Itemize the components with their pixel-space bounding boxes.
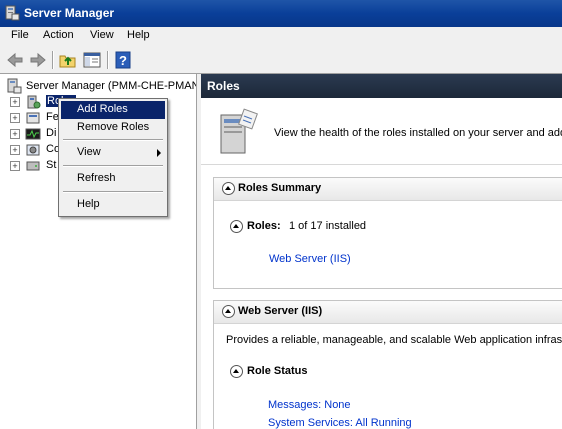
expand-icon[interactable]: + [10,113,20,123]
back-icon[interactable] [5,50,25,70]
menu-separator [63,191,163,193]
toolbar-separator [107,51,109,69]
show-hide-console-tree-icon[interactable] [82,50,102,70]
menu-item-label: Remove Roles [77,121,150,133]
svg-text:?: ? [119,53,127,68]
menu-action[interactable]: Action [43,29,74,41]
messages-link[interactable]: Messages: None [268,399,351,411]
menu-separator [63,139,163,141]
roles-summary-section: Roles Summary Roles: 1 of 17 installed W… [213,177,562,289]
server-roles-icon [220,108,258,154]
section-title: Web Server (IIS) [238,305,323,317]
context-menu: Add Roles Remove Roles View Refresh Help [58,98,168,217]
role-status-title: Role Status [247,365,308,377]
menu-separator [63,165,163,167]
tree-item-label[interactable]: St [46,159,56,171]
expand-icon[interactable]: + [10,145,20,155]
menu-file[interactable]: File [11,29,29,41]
menu-help[interactable]: Help [127,29,150,41]
menu-bar: File Action View Help [0,27,562,46]
diagnostics-icon [25,128,41,140]
expand-icon[interactable]: + [10,161,20,171]
menu-item-label: Refresh [77,172,116,184]
collapse-icon[interactable] [222,305,235,318]
intro-banner: View the health of the roles installed o… [201,98,562,165]
tree-item-label[interactable]: Fe [46,111,59,123]
roles-count: 1 of 17 installed [289,220,367,232]
web-server-iis-link[interactable]: Web Server (IIS) [269,253,351,265]
menu-item-refresh[interactable]: Refresh [61,170,165,188]
window-title: Server Manager [24,6,115,20]
menu-item-remove-roles[interactable]: Remove Roles [61,119,165,137]
details-pane: Roles View the health of the roles insta… [201,74,562,429]
collapse-icon[interactable] [230,220,243,233]
menu-item-label: Help [77,198,100,210]
help-icon[interactable]: ? [113,50,133,70]
menu-view[interactable]: View [90,29,114,41]
expand-icon[interactable]: + [10,97,20,107]
toolbar-separator [52,51,54,69]
server-manager-icon [5,5,20,21]
roles-icon [27,95,41,109]
menu-item-view[interactable]: View [61,144,165,162]
system-services-link[interactable]: System Services: All Running [268,417,412,429]
toolbar: ? [0,46,562,74]
tree-root-label[interactable]: Server Manager (PMM-CHE-PMAN-0 [26,80,196,92]
collapse-icon[interactable] [222,182,235,195]
section-title: Roles Summary [238,182,322,194]
menu-item-add-roles[interactable]: Add Roles [61,101,165,119]
configuration-icon [26,144,40,156]
section-header[interactable]: Web Server (IIS) [214,301,562,324]
server-manager-icon [7,78,22,94]
title-bar: Server Manager [0,0,562,27]
submenu-arrow-icon [157,149,161,157]
pane-title: Roles [207,79,240,93]
storage-icon [26,161,40,171]
web-server-section: Web Server (IIS) Provides a reliable, ma… [213,300,562,429]
forward-icon[interactable] [28,50,48,70]
web-server-description: Provides a reliable, manageable, and sca… [226,334,562,346]
intro-text: View the health of the roles installed o… [274,127,562,139]
menu-item-label: View [77,146,101,158]
collapse-icon[interactable] [230,365,243,378]
features-icon [26,112,40,124]
menu-item-label: Add Roles [77,103,128,115]
up-folder-icon[interactable] [58,50,78,70]
expand-icon[interactable]: + [10,129,20,139]
pane-header: Roles [201,74,562,98]
menu-item-help[interactable]: Help [61,196,165,214]
roles-label: Roles: [247,220,281,232]
tree-item-label[interactable]: Di [46,127,56,139]
section-header[interactable]: Roles Summary [214,178,562,201]
